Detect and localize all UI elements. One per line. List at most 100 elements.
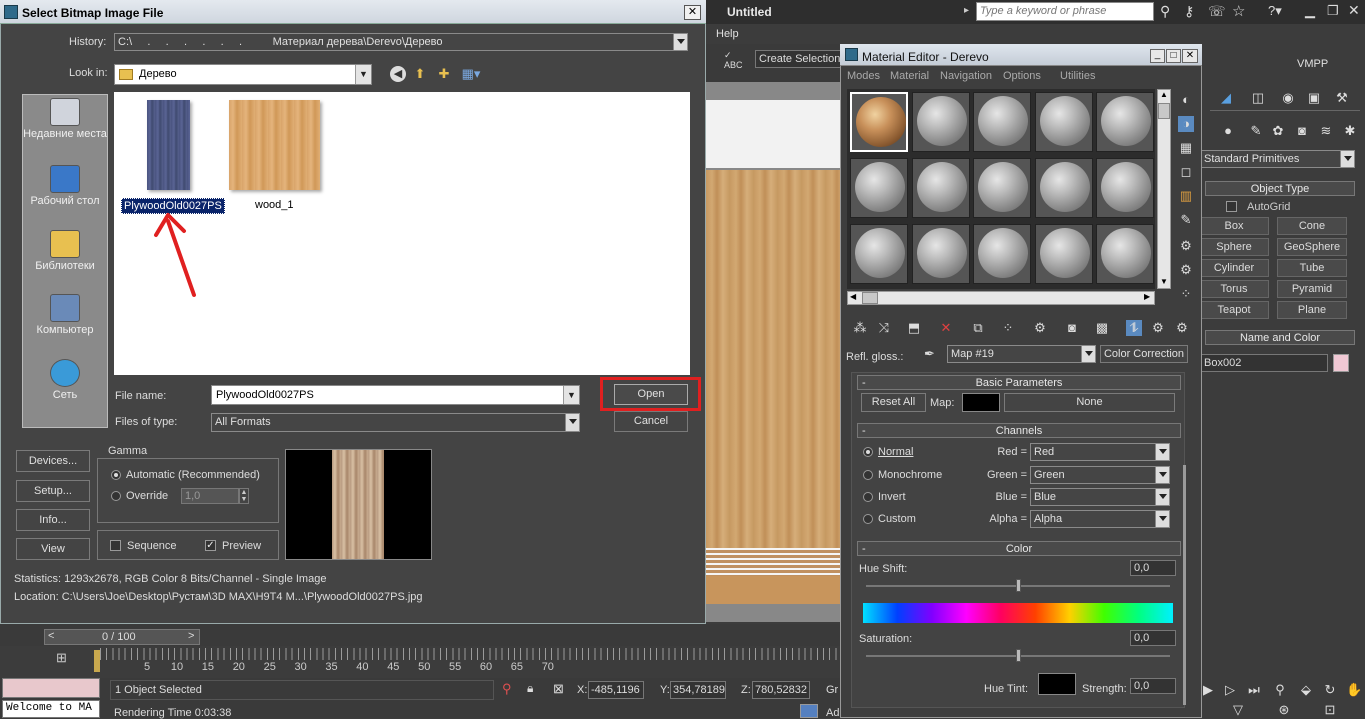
saturation-input[interactable]: 0,0: [1130, 630, 1176, 646]
transform-icon[interactable]: ⊠: [553, 681, 564, 697]
object-type-button[interactable]: Plane: [1277, 301, 1347, 319]
search-arrow-icon[interactable]: ▸: [964, 5, 969, 16]
vmpp-label[interactable]: VMPP: [1297, 58, 1328, 70]
channels-scrollbar[interactable]: [1183, 465, 1186, 705]
assign-material-icon[interactable]: ⬒: [906, 320, 922, 336]
sample-slot[interactable]: [1096, 224, 1154, 284]
hue-spectrum[interactable]: [863, 603, 1173, 623]
channel-mode-radio[interactable]: [863, 514, 873, 524]
gamma-auto-radio[interactable]: [111, 470, 121, 480]
menu-help[interactable]: Help: [716, 28, 739, 40]
select-by-material-icon[interactable]: ⚙: [1178, 262, 1194, 278]
z-coord-input[interactable]: 780,52832: [752, 681, 810, 699]
hierarchy-tab-icon[interactable]: ◉: [1280, 90, 1296, 106]
background-icon[interactable]: ▦: [1178, 140, 1194, 156]
signal-icon[interactable]: ☏: [1208, 3, 1226, 20]
basic-params-header[interactable]: - Basic Parameters: [857, 375, 1181, 390]
lookin-dropdown[interactable]: Дерево ▼: [114, 64, 372, 85]
dialog-close-icon[interactable]: ✕: [684, 5, 701, 20]
places-item[interactable]: Компьютер: [23, 294, 107, 336]
slots-vscroll[interactable]: [1157, 89, 1171, 289]
trackbar-icon[interactable]: ⊞: [56, 650, 67, 666]
uv-tiling-icon[interactable]: ◻: [1178, 164, 1194, 180]
object-color-swatch[interactable]: [1333, 354, 1349, 372]
lock-icon[interactable]: 🔒︎: [527, 681, 533, 696]
go-parent-icon[interactable]: ⚙: [1150, 320, 1166, 336]
hue-tint-swatch[interactable]: [1038, 673, 1076, 695]
object-type-button[interactable]: Box: [1199, 217, 1269, 235]
shapes-icon[interactable]: ✎: [1248, 123, 1264, 139]
primitives-dropdown[interactable]: Standard Primitives: [1200, 150, 1355, 168]
make-preview-icon[interactable]: ✎: [1178, 212, 1194, 228]
map-swatch[interactable]: [962, 393, 1000, 412]
eyedropper-icon[interactable]: ✒: [924, 346, 935, 362]
object-name-input[interactable]: Box002: [1200, 354, 1328, 372]
utilities-tab-icon[interactable]: ⚒: [1334, 90, 1350, 106]
places-item[interactable]: Сеть: [23, 359, 107, 401]
hscroll-right-icon[interactable]: ▶: [1144, 292, 1150, 301]
key-icon[interactable]: ⚷: [1184, 3, 1194, 20]
object-type-header[interactable]: Object Type: [1205, 181, 1355, 196]
get-material-icon[interactable]: ⁂: [852, 320, 868, 336]
channel-mode-radio[interactable]: [863, 470, 873, 480]
show-map-icon[interactable]: ▩: [1094, 320, 1110, 336]
object-type-button[interactable]: GeoSphere: [1277, 238, 1347, 256]
map-type-button[interactable]: Color Correction: [1100, 345, 1188, 363]
me-maximize-icon[interactable]: □: [1166, 49, 1181, 63]
up-folder-icon[interactable]: ⬆: [412, 66, 428, 82]
view-menu-icon[interactable]: ▦▾: [460, 66, 482, 82]
cameras-icon[interactable]: ◙: [1294, 123, 1310, 139]
scroll-thumb[interactable]: [1158, 103, 1170, 119]
add-time-tag-icon[interactable]: [800, 704, 818, 718]
show-end-result-icon[interactable]: ⥮: [1126, 320, 1142, 336]
open-button[interactable]: Open: [614, 384, 688, 405]
next-frame-icon[interactable]: ▷: [1222, 682, 1238, 698]
sample-slot[interactable]: [1034, 158, 1093, 218]
slots-hscroll[interactable]: [847, 291, 1155, 305]
sample-slot[interactable]: [850, 224, 908, 284]
sample-slot[interactable]: [973, 158, 1031, 218]
sample-slot[interactable]: [1034, 224, 1093, 284]
me-close-icon[interactable]: ✕: [1182, 49, 1198, 63]
hue-shift-thumb[interactable]: [1016, 579, 1021, 592]
sample-slot[interactable]: [1096, 158, 1154, 218]
view-button[interactable]: View: [16, 538, 90, 560]
hue-shift-input[interactable]: 0,0: [1130, 560, 1176, 576]
me-menu-item[interactable]: Navigation: [940, 70, 992, 82]
make-unique-icon[interactable]: ⁘: [1000, 320, 1016, 336]
last-frame-icon[interactable]: ⏭: [1246, 682, 1262, 698]
name-color-header[interactable]: Name and Color: [1205, 330, 1355, 345]
autogrid-checkbox[interactable]: [1226, 201, 1237, 212]
reset-map-icon[interactable]: ✕: [938, 320, 954, 336]
channel-dropdown[interactable]: Red: [1030, 443, 1170, 461]
modify-tab-icon[interactable]: ◫: [1250, 90, 1266, 106]
devices-button[interactable]: Devices...: [16, 450, 90, 472]
object-type-button[interactable]: Tube: [1277, 259, 1347, 277]
history-dropdown[interactable]: C:\ . . . . . . Материал дерева\Derevo\Д…: [114, 33, 688, 51]
lights-icon[interactable]: ✿: [1270, 123, 1286, 139]
sample-slot[interactable]: [850, 158, 908, 218]
slider-prev-icon[interactable]: <: [48, 630, 54, 642]
me-minimize-icon[interactable]: _: [1150, 49, 1165, 63]
pan-icon[interactable]: ✋: [1346, 682, 1362, 698]
info-button[interactable]: Info...: [16, 509, 90, 531]
helpers-icon[interactable]: ≋: [1318, 123, 1334, 139]
plywood-thumbnail[interactable]: [147, 100, 190, 190]
help-icon[interactable]: ?▾: [1268, 3, 1282, 19]
object-type-button[interactable]: Sphere: [1199, 238, 1269, 256]
systems-icon[interactable]: ✱: [1342, 123, 1358, 139]
channel-dropdown[interactable]: Alpha: [1030, 510, 1170, 528]
places-item[interactable]: Библиотеки: [23, 230, 107, 272]
zoom-icon[interactable]: ⚲: [1272, 682, 1288, 698]
orbit-icon[interactable]: ↻: [1322, 682, 1338, 698]
map-name-dropdown[interactable]: Map #19: [947, 345, 1096, 363]
object-type-button[interactable]: Pyramid: [1277, 280, 1347, 298]
gamma-override-radio[interactable]: [111, 491, 121, 501]
motion-tab-icon[interactable]: ▣: [1306, 90, 1322, 106]
material-map-nav-icon[interactable]: ⁘: [1178, 286, 1194, 302]
zoom-all-icon[interactable]: ⬙: [1298, 682, 1314, 698]
channel-dropdown[interactable]: Blue: [1030, 488, 1170, 506]
hscroll-left-icon[interactable]: ◀: [850, 292, 856, 301]
material-id-icon[interactable]: ◙: [1064, 320, 1080, 336]
color-header[interactable]: - Color: [857, 541, 1181, 556]
